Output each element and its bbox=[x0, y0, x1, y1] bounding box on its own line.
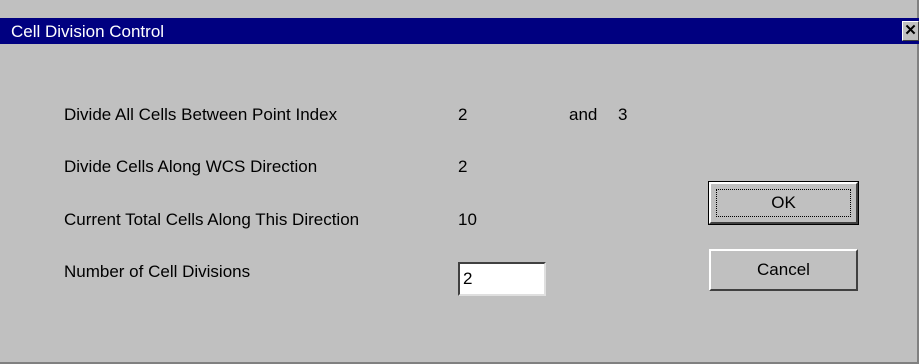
wcs-direction-label: Divide Cells Along WCS Direction bbox=[64, 157, 318, 176]
and-label: and bbox=[569, 105, 598, 124]
cancel-button[interactable]: Cancel bbox=[709, 249, 858, 291]
wcs-direction-value: 2 bbox=[458, 157, 468, 176]
cell-divisions-input[interactable] bbox=[458, 262, 546, 296]
point-index-label: Divide All Cells Between Point Index bbox=[64, 105, 338, 124]
point-index-from-value: 2 bbox=[458, 105, 468, 124]
point-index-to-value: 3 bbox=[618, 105, 628, 124]
total-cells-value: 10 bbox=[458, 210, 477, 229]
close-icon: ✕ bbox=[904, 22, 917, 39]
cell-division-dialog: Cell Division Control ✕ Divide All Cells… bbox=[0, 0, 919, 364]
dialog-title: Cell Division Control bbox=[11, 22, 165, 41]
close-button[interactable]: ✕ bbox=[902, 21, 919, 41]
cancel-button-label: Cancel bbox=[757, 260, 810, 279]
title-bar[interactable]: Cell Division Control ✕ bbox=[0, 18, 919, 44]
cell-divisions-label: Number of Cell Divisions bbox=[64, 262, 251, 281]
ok-button-label: OK bbox=[771, 193, 796, 212]
total-cells-label: Current Total Cells Along This Direction bbox=[64, 210, 360, 229]
ok-button[interactable]: OK bbox=[708, 181, 859, 225]
